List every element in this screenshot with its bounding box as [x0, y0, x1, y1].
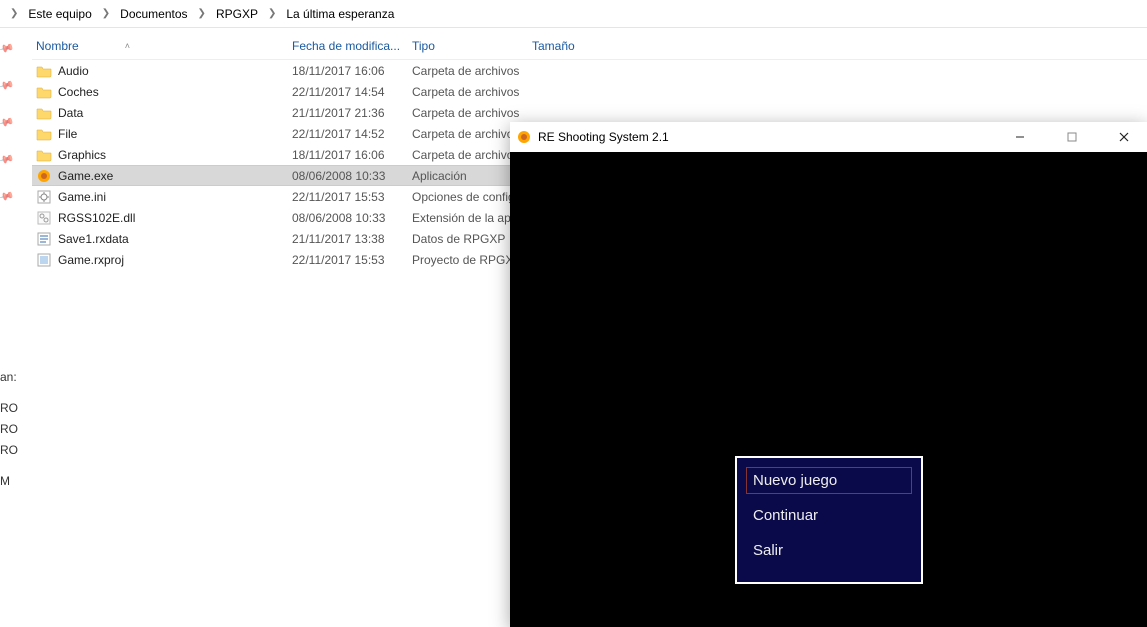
- window-title: RE Shooting System 2.1: [538, 130, 669, 144]
- minimize-button[interactable]: [997, 122, 1043, 152]
- sidebar-fragment-text: RO: [0, 397, 18, 418]
- sort-ascending-icon[interactable]: ˄: [125, 41, 130, 51]
- dll-icon: [36, 210, 52, 226]
- file-name: Audio: [58, 64, 89, 78]
- folder-icon: [36, 147, 52, 163]
- chevron-right-icon[interactable]: ❯: [96, 8, 116, 19]
- proj-icon: [36, 252, 52, 268]
- folder-icon: [36, 84, 52, 100]
- file-date: 21/11/2017 13:38: [292, 232, 412, 246]
- file-name: Data: [58, 106, 83, 120]
- column-name[interactable]: Nombre ˄: [32, 39, 292, 53]
- close-button[interactable]: [1101, 122, 1147, 152]
- file-row[interactable]: Audio 18/11/2017 16:06Carpeta de archivos: [32, 60, 1147, 81]
- breadcrumb: ❯ Este equipo ❯ Documentos ❯ RPGXP ❯ La …: [0, 0, 1147, 28]
- column-date[interactable]: Fecha de modifica...: [292, 39, 412, 53]
- chevron-right-icon[interactable]: ❯: [262, 8, 282, 19]
- file-name: Game.rxproj: [58, 253, 124, 267]
- file-name: Save1.rxdata: [58, 232, 129, 246]
- game-menu-item[interactable]: Continuar: [747, 503, 911, 528]
- file-date: 22/11/2017 14:54: [292, 85, 412, 99]
- file-date: 18/11/2017 16:06: [292, 64, 412, 78]
- app-icon: [516, 129, 532, 145]
- game-viewport: Nuevo juego Continuar Salir: [510, 152, 1147, 627]
- sidebar-fragment-text: M: [0, 470, 18, 491]
- file-name: Coches: [58, 85, 99, 99]
- breadcrumb-item[interactable]: RPGXP: [212, 5, 262, 23]
- file-row[interactable]: Data 21/11/2017 21:36Carpeta de archivos: [32, 102, 1147, 123]
- column-type[interactable]: Tipo: [412, 39, 532, 53]
- sidebar-fragment: an:ROROROM: [0, 366, 18, 491]
- file-date: 08/06/2008 10:33: [292, 211, 412, 225]
- folder-icon: [36, 105, 52, 121]
- file-name: Game.ini: [58, 190, 106, 204]
- breadcrumb-item[interactable]: La última esperanza: [282, 5, 398, 23]
- sidebar-fragment-text: RO: [0, 439, 18, 460]
- file-name: File: [58, 127, 77, 141]
- game-menu-item[interactable]: Nuevo juego: [747, 468, 911, 493]
- file-type: Carpeta de archivos: [412, 85, 532, 99]
- file-name: Game.exe: [58, 169, 113, 183]
- exe-icon: [36, 168, 52, 184]
- game-menu-item[interactable]: Salir: [747, 538, 911, 563]
- chevron-right-icon[interactable]: ❯: [4, 8, 24, 19]
- quick-access-pins: 📌 📌 📌 📌 📌: [0, 28, 12, 627]
- titlebar[interactable]: RE Shooting System 2.1: [510, 122, 1147, 152]
- game-menu: Nuevo juego Continuar Salir: [735, 456, 923, 584]
- breadcrumb-item[interactable]: Este equipo: [24, 5, 95, 23]
- file-row[interactable]: Coches 22/11/2017 14:54Carpeta de archivo…: [32, 81, 1147, 102]
- sidebar-fragment-text: RO: [0, 418, 18, 439]
- file-name: RGSS102E.dll: [58, 211, 135, 225]
- file-date: 22/11/2017 15:53: [292, 190, 412, 204]
- chevron-right-icon[interactable]: ❯: [192, 8, 212, 19]
- folder-icon: [36, 126, 52, 142]
- column-headers: Nombre ˄ Fecha de modifica... Tipo Tamañ…: [32, 32, 1147, 60]
- file-type: Carpeta de archivos: [412, 106, 532, 120]
- breadcrumb-item[interactable]: Documentos: [116, 5, 191, 23]
- file-date: 22/11/2017 14:52: [292, 127, 412, 141]
- folder-icon: [36, 63, 52, 79]
- file-name: Graphics: [58, 148, 106, 162]
- file-type: Carpeta de archivos: [412, 64, 532, 78]
- data-icon: [36, 231, 52, 247]
- maximize-button[interactable]: [1049, 122, 1095, 152]
- column-size[interactable]: Tamaño: [532, 39, 632, 53]
- file-date: 21/11/2017 21:36: [292, 106, 412, 120]
- sidebar-fragment-text: an:: [0, 366, 18, 387]
- file-date: 08/06/2008 10:33: [292, 169, 412, 183]
- game-window: RE Shooting System 2.1 Nuevo juego Contin…: [510, 122, 1147, 627]
- file-date: 22/11/2017 15:53: [292, 253, 412, 267]
- file-date: 18/11/2017 16:06: [292, 148, 412, 162]
- ini-icon: [36, 189, 52, 205]
